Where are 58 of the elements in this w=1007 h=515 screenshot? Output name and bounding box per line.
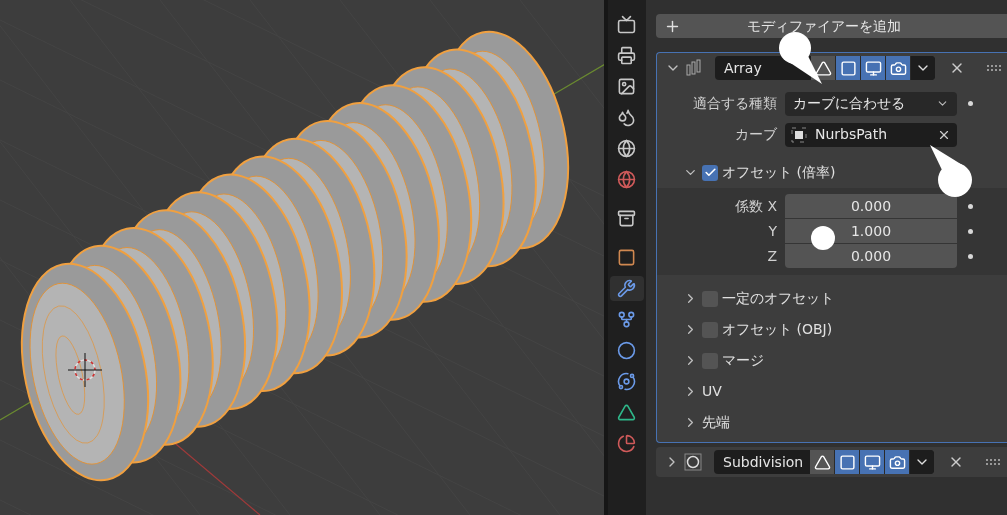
drag-handle-icon[interactable] xyxy=(987,64,1003,72)
number-field[interactable]: 0.000 xyxy=(785,194,957,218)
subpanel-title[interactable]: 一定のオフセット xyxy=(722,288,834,309)
square-icon xyxy=(617,248,637,267)
check-icon xyxy=(703,166,717,179)
toggle-button[interactable] xyxy=(861,56,886,80)
globe-icon xyxy=(617,170,637,189)
field-label: 係数 X xyxy=(733,197,778,216)
toggle-button[interactable] xyxy=(835,450,860,474)
number-field[interactable]: 0.000 xyxy=(785,244,957,268)
camera-icon xyxy=(889,59,907,77)
orbit-icon xyxy=(617,372,637,391)
callout-tooltip xyxy=(930,145,972,197)
monitor-icon xyxy=(864,59,882,77)
circle-icon xyxy=(617,341,637,360)
properties-tab[interactable] xyxy=(609,276,644,301)
subpanel-title[interactable]: 先端 xyxy=(702,412,730,433)
field-label: Z xyxy=(766,247,778,266)
toggle-button[interactable] xyxy=(810,450,835,474)
printer-icon xyxy=(617,46,637,65)
drops-icon xyxy=(617,108,637,127)
globe-icon xyxy=(617,139,637,158)
subpanel-title[interactable]: UV xyxy=(702,381,722,402)
add-modifier-button[interactable]: モディファイアーを追加 xyxy=(656,14,1007,38)
triangle-icon xyxy=(813,453,831,471)
wrench-icon xyxy=(617,279,637,298)
field-label: 適合する種類 xyxy=(692,94,778,113)
triangle-icon xyxy=(617,403,637,422)
callout-tooltip xyxy=(779,32,822,84)
curve-field[interactable]: NurbsPath xyxy=(785,122,957,147)
nodes-icon xyxy=(617,310,637,329)
square-icon xyxy=(838,453,856,471)
checkbox[interactable] xyxy=(702,164,718,181)
field-label: カーブ xyxy=(734,125,778,144)
bars-icon xyxy=(685,59,703,77)
toggle-button[interactable] xyxy=(886,56,911,80)
field-label: Y xyxy=(767,222,778,241)
box-icon xyxy=(617,209,637,228)
subpanel-title[interactable]: オフセット (OBJ) xyxy=(722,319,833,340)
triangle-icon xyxy=(814,59,832,77)
monitor-icon xyxy=(863,453,881,471)
toggle-button[interactable] xyxy=(836,56,861,80)
callout-tooltip xyxy=(811,226,835,250)
cursor-icon xyxy=(67,352,103,388)
fit-type-dropdown[interactable]: カーブに合わせる xyxy=(785,91,957,116)
toggle-button[interactable] xyxy=(860,450,885,474)
toggle-button[interactable] xyxy=(885,450,910,474)
picture-icon xyxy=(617,77,637,96)
viewport[interactable] xyxy=(0,0,604,515)
curve-name: NurbsPath xyxy=(815,125,889,144)
circle-icon xyxy=(684,453,702,471)
number-field[interactable]: 1.000 xyxy=(785,219,957,243)
curve-object-icon xyxy=(791,126,807,143)
subpanel-title[interactable]: マージ xyxy=(722,350,764,371)
subpanel-title[interactable]: オフセット (倍率) xyxy=(722,162,836,183)
drag-handle-icon[interactable] xyxy=(986,458,1002,466)
camera-icon xyxy=(888,453,906,471)
square-icon xyxy=(839,59,857,77)
